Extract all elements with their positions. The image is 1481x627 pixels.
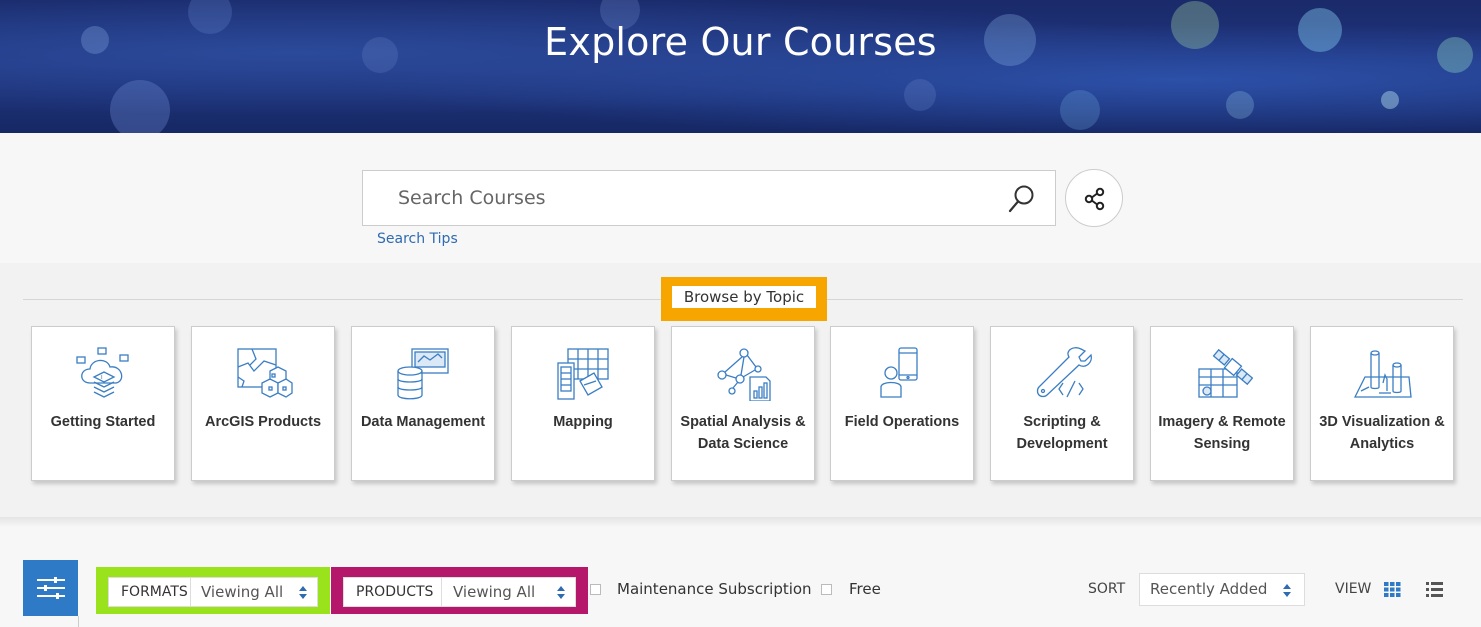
topic-card-imagery-remote-sensing[interactable]: Imagery & Remote Sensing [1150, 326, 1294, 481]
topic-label: ArcGIS Products [204, 414, 322, 430]
section-shadow [0, 517, 1481, 527]
sort-select[interactable]: Recently Added [1139, 573, 1305, 606]
topic-label: Getting Started [50, 414, 156, 430]
products-value: Viewing All [453, 583, 536, 601]
topic-card-mapping[interactable]: Mapping [511, 326, 655, 481]
cloud-layers-icon: i [76, 347, 129, 398]
browse-by-topic-section: Browse by Topic i Getting Started ArcGIS… [0, 263, 1481, 517]
database-icon [397, 348, 449, 400]
topic-label: Mapping [553, 414, 613, 430]
topic-card-data-management[interactable]: Data Management [351, 326, 495, 481]
wrench-code-icon [1036, 347, 1092, 398]
free-label[interactable]: Free [849, 580, 881, 598]
topic-label: Field Operations [844, 414, 960, 430]
sliders-icon [37, 577, 65, 599]
topic-label: Data Management [360, 414, 486, 430]
search-input[interactable] [363, 171, 1003, 225]
maintenance-label[interactable]: Maintenance Subscription [617, 580, 812, 598]
formats-select[interactable]: FORMATS Viewing All [108, 577, 318, 607]
select-arrows-icon [299, 586, 307, 599]
share-icon [1084, 187, 1105, 211]
page-title: Explore Our Courses [544, 20, 937, 64]
grid-view-icon[interactable] [1384, 582, 1401, 597]
map-grid-icon [557, 348, 609, 400]
filter-toggle-button[interactable] [23, 560, 78, 616]
select-arrows-icon [557, 586, 565, 599]
svg-text:i: i [101, 374, 103, 381]
topic-label: Spatial Analysis & Data Science [680, 414, 806, 452]
formats-value: Viewing All [201, 583, 284, 601]
formats-highlight: FORMATS Viewing All [96, 567, 330, 614]
network-chart-icon [717, 348, 771, 401]
sort-label: SORT [1088, 581, 1126, 597]
products-select[interactable]: PRODUCTS Viewing All [343, 577, 576, 607]
topic-card-getting-started[interactable]: i Getting Started [31, 326, 175, 481]
search-tips-link[interactable]: Search Tips [377, 231, 458, 247]
topic-card-arcgis-products[interactable]: ArcGIS Products [191, 326, 335, 481]
satellite-icon [1198, 348, 1253, 398]
browse-heading: Browse by Topic [672, 286, 816, 308]
topic-label: Imagery & Remote Sensing [1158, 414, 1286, 452]
list-view-icon[interactable] [1426, 582, 1443, 597]
topic-label: Scripting & Development [1016, 414, 1108, 452]
search-box [362, 170, 1056, 226]
mobile-user-icon [880, 347, 918, 398]
browse-heading-highlight: Browse by Topic [661, 277, 827, 321]
filter-bar: FORMATS Viewing All PRODUCTS Viewing All… [0, 560, 1481, 627]
search-icon[interactable] [1007, 184, 1035, 214]
hero-banner: Explore Our Courses [0, 0, 1481, 133]
formats-label: FORMATS [109, 578, 191, 606]
map-hexagon-icon [237, 348, 293, 398]
view-label: VIEW [1335, 581, 1372, 597]
topic-card-scripting-development[interactable]: Scripting & Development [990, 326, 1134, 481]
topic-cards: i Getting Started ArcGIS Products Data M… [31, 326, 1461, 482]
topic-card-3d-visualization[interactable]: 3D Visualization & Analytics [1310, 326, 1454, 481]
topic-card-field-operations[interactable]: Field Operations [830, 326, 974, 481]
search-section: Search Tips [0, 133, 1481, 263]
free-checkbox[interactable] [821, 584, 832, 595]
sort-value: Recently Added [1150, 580, 1268, 598]
products-highlight: PRODUCTS Viewing All [331, 567, 588, 614]
share-button[interactable] [1065, 169, 1123, 227]
topic-card-spatial-analysis[interactable]: Spatial Analysis & Data Science [671, 326, 815, 481]
cylinders-icon [1353, 350, 1412, 398]
divider [78, 616, 79, 627]
topic-label: 3D Visualization & Analytics [1319, 414, 1445, 452]
products-label: PRODUCTS [344, 578, 442, 606]
maintenance-checkbox[interactable] [590, 584, 601, 595]
select-arrows-icon [1283, 584, 1291, 597]
